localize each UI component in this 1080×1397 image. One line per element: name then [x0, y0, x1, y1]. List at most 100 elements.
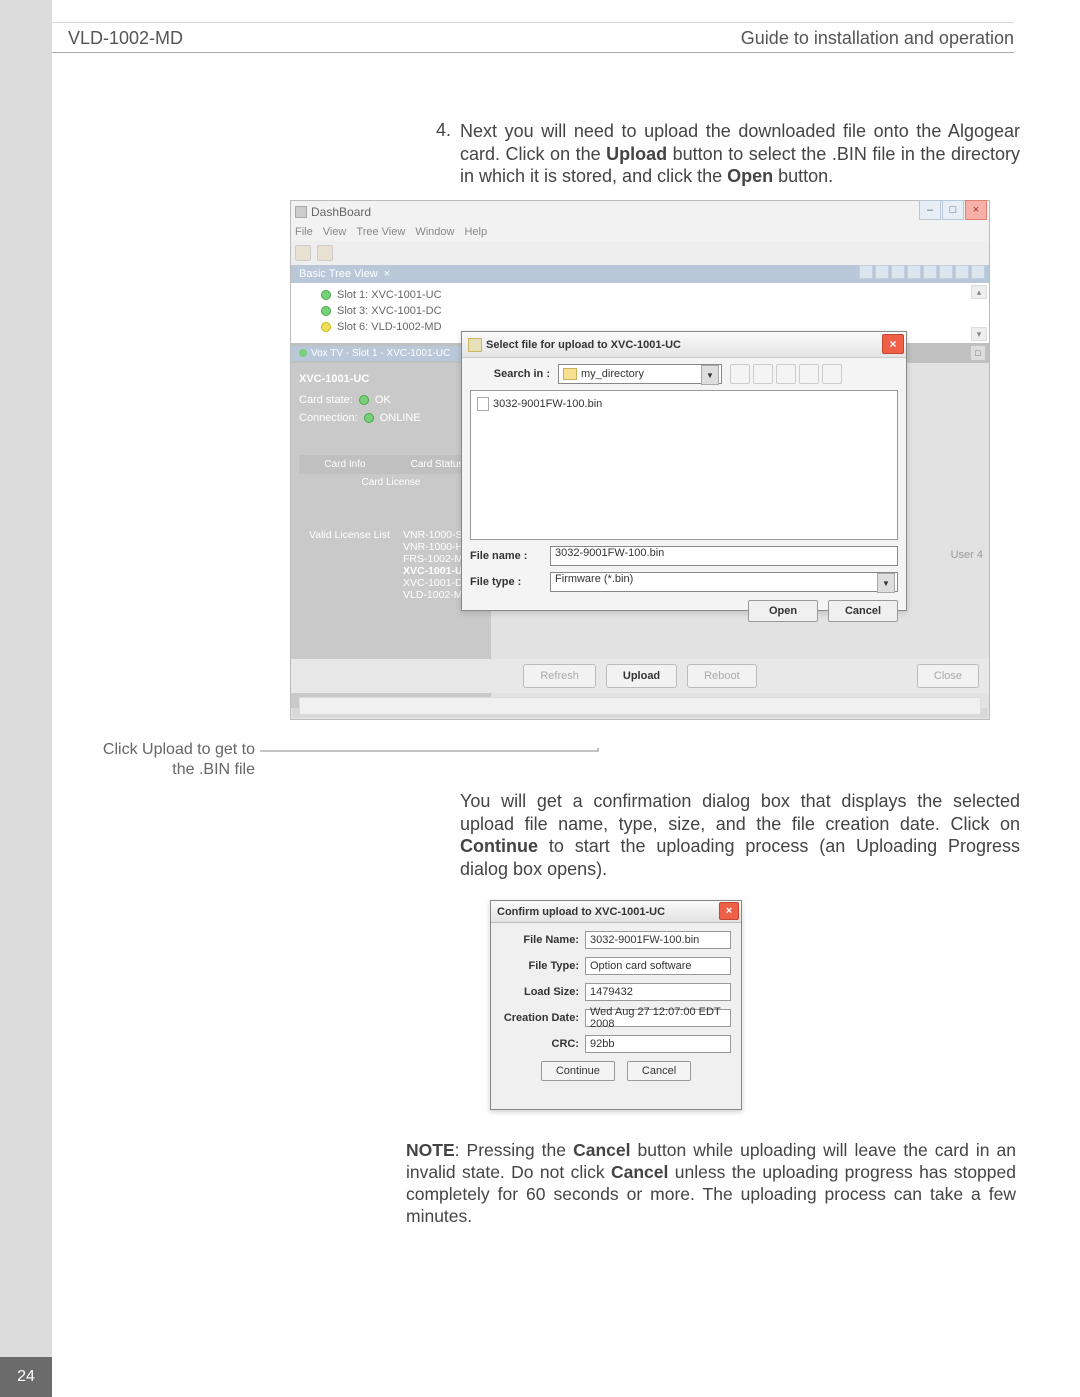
detail-view-icon[interactable]: [822, 364, 842, 384]
menu-file[interactable]: File: [295, 226, 313, 238]
filetype-value: Option card software: [585, 957, 731, 975]
status-dot-icon: [321, 322, 331, 332]
window-title: DashBoard: [311, 205, 371, 219]
header-left: VLD-1002-MD: [68, 28, 183, 49]
file-dialog-titlebar[interactable]: Select file for upload to XVC-1001-UC ×: [462, 332, 906, 358]
card-state-label: Card state:: [299, 391, 353, 409]
search-dropdown[interactable]: my_directory: [558, 364, 722, 384]
filetype-select[interactable]: Firmware (*.bin): [550, 572, 898, 592]
tab-card-license[interactable]: Card License: [299, 474, 483, 491]
page-margin: [0, 0, 52, 1397]
continue-button[interactable]: Continue: [541, 1061, 615, 1081]
window-maximize-button[interactable]: □: [942, 200, 964, 220]
status-dot-icon: [364, 413, 374, 423]
view-icon[interactable]: [971, 265, 985, 279]
cancel-button[interactable]: Cancel: [828, 600, 898, 622]
reboot-button[interactable]: Reboot: [687, 664, 756, 688]
view-icon[interactable]: [875, 265, 889, 279]
menu-window[interactable]: Window: [415, 226, 454, 238]
file-item[interactable]: 3032-9001FW-100.bin: [477, 397, 891, 411]
view-icon[interactable]: [907, 265, 921, 279]
file-icon: [477, 397, 489, 411]
status-dot-icon: [321, 306, 331, 316]
toolbar: [291, 241, 989, 265]
status-dot-icon: [299, 349, 307, 357]
continue-word: Continue: [460, 836, 538, 856]
scroll-up-icon[interactable]: ▴: [971, 285, 987, 299]
step-text: Next you will need to upload the downloa…: [460, 120, 1020, 188]
window-titlebar[interactable]: DashBoard – □ ×: [291, 201, 989, 223]
view-icon[interactable]: [955, 265, 969, 279]
loadsize-value: 1479432: [585, 983, 731, 1001]
close-icon[interactable]: ×: [882, 334, 904, 354]
search-value: my_directory: [581, 368, 644, 380]
user-label: User 4: [951, 549, 983, 561]
cancel-button[interactable]: Cancel: [627, 1061, 691, 1081]
confirm-title: Confirm upload to XVC-1001-UC: [497, 906, 665, 918]
connection-label: Connection:: [299, 409, 358, 427]
note-lead: NOTE: [406, 1140, 455, 1160]
upload-word: Upload: [606, 144, 667, 164]
refresh-button[interactable]: Refresh: [523, 664, 596, 688]
connection-value: ONLINE: [380, 409, 421, 427]
filename-value: 3032-9001FW-100.bin: [585, 931, 731, 949]
confirm-titlebar[interactable]: Confirm upload to XVC-1001-UC ×: [491, 901, 741, 923]
window-close-button[interactable]: ×: [965, 200, 987, 220]
status-dot-icon: [321, 290, 331, 300]
file-dialog: Select file for upload to XVC-1001-UC × …: [461, 331, 907, 611]
toolbar-icon[interactable]: [295, 245, 311, 261]
scroll-down-icon[interactable]: ▾: [971, 327, 987, 341]
callout-text: Click Upload to get to the .BIN file: [100, 740, 255, 780]
crc-value: 92bb: [585, 1035, 731, 1053]
tab-active[interactable]: Vox TV - Slot 1 - XVC-1001-UC ×: [291, 346, 475, 361]
tree-view-header: Basic Tree View ×: [291, 265, 989, 283]
cancel-word: Cancel: [573, 1140, 630, 1160]
filename-label: File Name:: [501, 934, 585, 946]
t: : Pressing the: [455, 1140, 573, 1160]
header-right: Guide to installation and operation: [741, 28, 1014, 49]
file-list[interactable]: 3032-9001FW-100.bin: [470, 390, 898, 540]
creationdate-label: Creation Date:: [501, 1012, 585, 1024]
header-rule: [52, 22, 1014, 23]
tab-card-info[interactable]: Card Info: [299, 455, 391, 474]
card-state-value: OK: [375, 391, 391, 409]
filename-input[interactable]: 3032-9001FW-100.bin: [550, 546, 898, 566]
creationdate-value: Wed Aug 27 12:07:00 EDT 2008: [585, 1009, 731, 1027]
new-folder-icon[interactable]: [776, 364, 796, 384]
filetype-label: File type :: [470, 576, 542, 588]
view-icon[interactable]: [891, 265, 905, 279]
loadsize-label: Load Size:: [501, 986, 585, 998]
page-number: 24: [0, 1357, 52, 1397]
home-icon[interactable]: [753, 364, 773, 384]
view-icon[interactable]: [859, 265, 873, 279]
close-button[interactable]: Close: [917, 664, 979, 688]
menu-bar[interactable]: File View Tree View Window Help: [291, 223, 989, 241]
slot-label: Slot 6: VLD-1002-MD: [337, 319, 442, 335]
menu-help[interactable]: Help: [464, 226, 487, 238]
tab-max-icon[interactable]: □: [971, 346, 985, 360]
t: You will get a confirmation dialog box t…: [460, 791, 1020, 834]
slot-label: Slot 1: XVC-1001-UC: [337, 287, 442, 303]
window-minimize-button[interactable]: –: [919, 200, 941, 220]
step-number: 4.: [436, 120, 451, 141]
status-bar: [299, 697, 981, 715]
paragraph-confirmation: You will get a confirmation dialog box t…: [460, 790, 1020, 880]
view-icon[interactable]: [939, 265, 953, 279]
menu-treeview[interactable]: Tree View: [356, 226, 405, 238]
app-icon: [295, 206, 307, 218]
status-dot-icon: [359, 395, 369, 405]
folder-icon: [468, 338, 482, 352]
close-icon[interactable]: ×: [719, 902, 739, 920]
list-view-icon[interactable]: [799, 364, 819, 384]
nav-up-icon[interactable]: [730, 364, 750, 384]
tree-slot-item[interactable]: Slot 1: XVC-1001-UC: [321, 287, 959, 303]
upload-button[interactable]: Upload: [606, 664, 677, 688]
toolbar-icon[interactable]: [317, 245, 333, 261]
view-icon[interactable]: [923, 265, 937, 279]
tree-slot-item[interactable]: Slot 3: XVC-1001-DC: [321, 303, 959, 319]
open-button[interactable]: Open: [748, 600, 818, 622]
menu-view[interactable]: View: [323, 226, 347, 238]
bottom-button-bar: Refresh Upload Reboot Close: [291, 659, 989, 693]
filetype-label: File Type:: [501, 960, 585, 972]
crc-label: CRC:: [501, 1038, 585, 1050]
